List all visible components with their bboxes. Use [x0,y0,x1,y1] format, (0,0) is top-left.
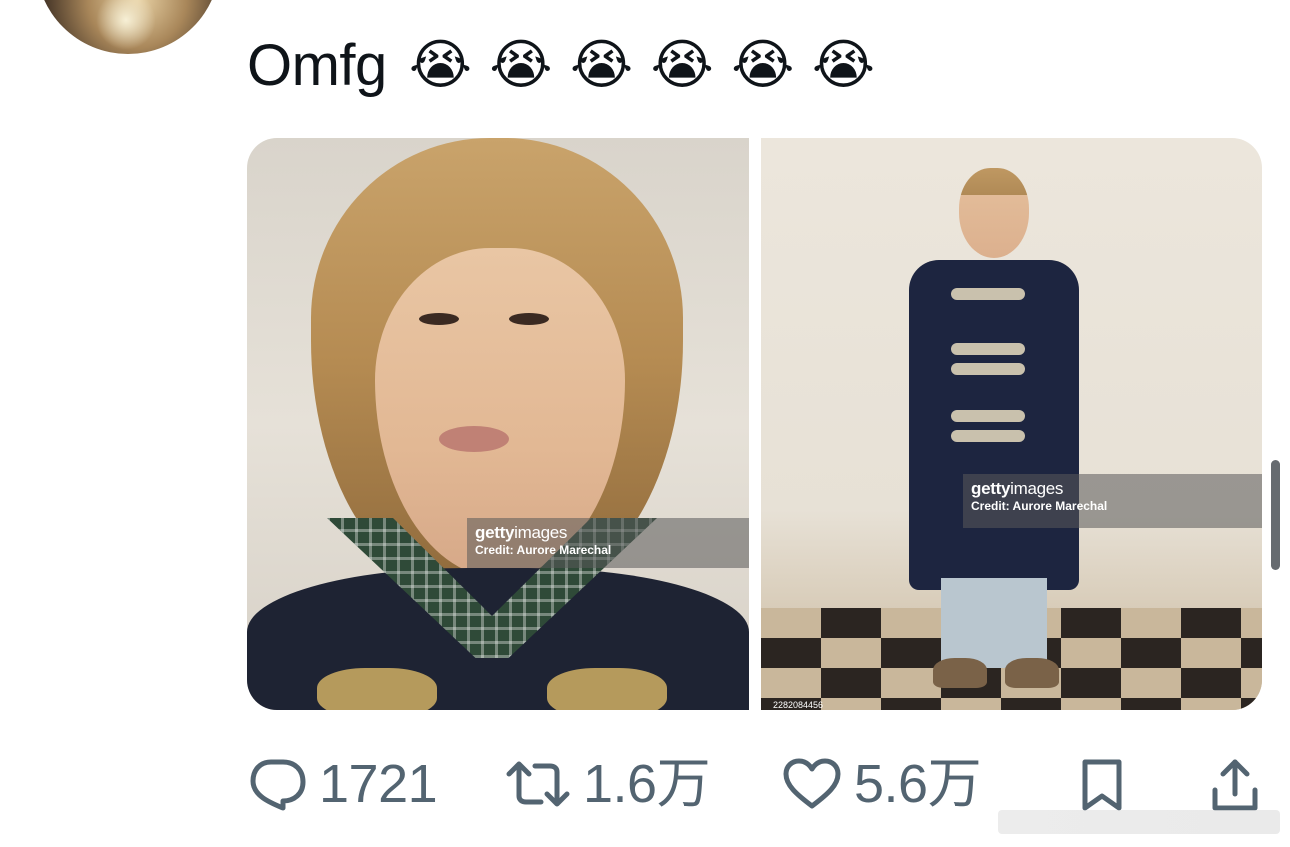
photo-subject-jeans [941,578,1047,668]
photo-full-body[interactable]: gettyimages Credit: Aurore Marechal 2282… [761,138,1262,710]
loudly-crying-emoji: 😭 [570,33,633,96]
getty-watermark: gettyimages Credit: Aurore Marechal [467,518,749,568]
coat-frog-closure [951,410,1025,422]
like-button[interactable]: 5.6万 [782,752,982,816]
like-count: 5.6万 [854,754,982,814]
media-grid: gettyimages Credit: Aurore Marechal gett… [247,138,1262,710]
watermark-brand: gettyimages [971,479,1254,499]
coat-frog-closure [951,430,1025,442]
share-icon [1207,756,1263,812]
tweet-action-bar: 1721 1.6万 5.6万 [247,752,1267,816]
loudly-crying-emoji: 😭 [811,33,875,96]
photo-subject-embroidery [317,668,437,710]
photo-subject-mouth [439,426,509,452]
bookmark-icon [1077,756,1127,812]
reply-icon [247,756,307,812]
photo-closeup[interactable]: gettyimages Credit: Aurore Marechal [247,138,749,710]
photo-subject-eye [419,313,459,325]
reply-count: 1721 [319,754,438,814]
tweet-text: Omfg 😭 😭 😭 😭 😭 😭 [247,30,892,100]
watermark-brand-bold: getty [475,523,515,542]
photo-subject-embroidery [547,668,667,710]
watermark-brand-thin: images [1010,479,1064,498]
loudly-crying-emoji: 😭 [489,33,553,96]
watermark-credit: Credit: Aurore Marechal [971,498,1108,513]
stock-photo-id: 2282084456 [773,700,824,710]
bookmark-button[interactable] [1077,752,1127,816]
loudly-crying-emoji: 😭 [731,33,794,96]
share-button[interactable] [1207,752,1263,816]
getty-watermark: gettyimages Credit: Aurore Marechal [963,474,1262,528]
loudly-crying-emoji: 😭 [650,33,714,96]
watermark-brand-thin: images [514,523,568,542]
avatar[interactable] [36,0,220,54]
tweet-page: Omfg 😭 😭 😭 😭 😭 😭 gettyimages Credit: Aur… [0,0,1290,847]
heart-icon [782,756,842,812]
reply-button[interactable]: 1721 [247,752,438,816]
coat-frog-closure [951,288,1025,300]
retweet-count: 1.6万 [583,754,711,814]
watermark-brand-bold: getty [971,479,1011,498]
site-watermark [998,810,1280,834]
photo-subject-boot [933,658,987,688]
photo-subject-eye [509,313,549,325]
photo-subject-boot [1005,658,1059,688]
photo-subject-head [959,168,1029,258]
photo-subject-coat [909,260,1079,590]
retweet-icon [505,756,571,812]
coat-frog-closure [951,343,1025,355]
watermark-brand: gettyimages [475,523,741,543]
tweet-text-word: Omfg [247,32,387,98]
retweet-button[interactable]: 1.6万 [505,752,711,816]
watermark-credit: Credit: Aurore Marechal [475,542,612,557]
coat-frog-closure [951,363,1025,375]
loudly-crying-emoji: 😭 [408,33,472,96]
scrollbar-thumb[interactable] [1271,460,1280,570]
